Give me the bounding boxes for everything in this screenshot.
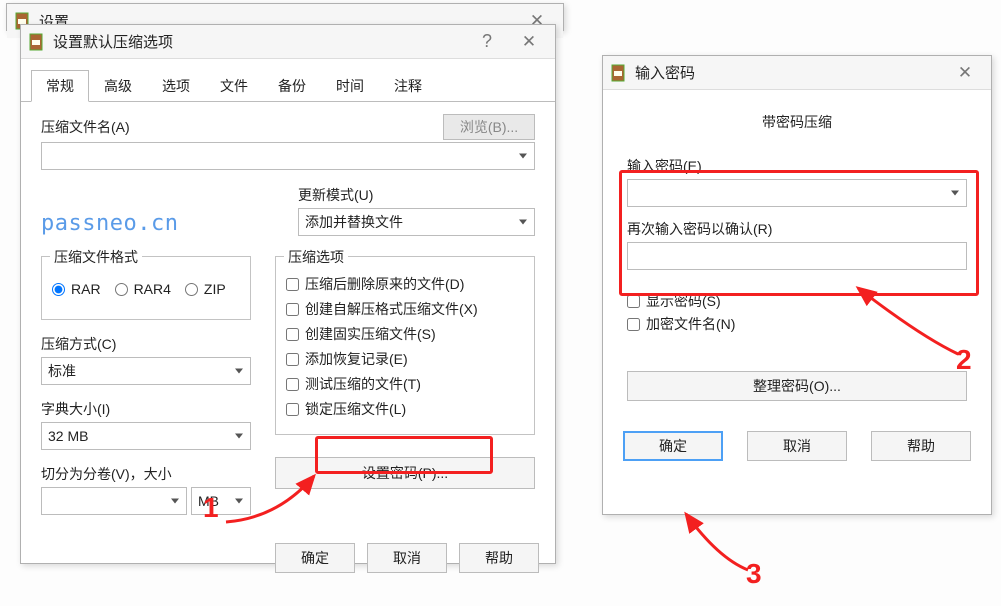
dict-combo[interactable]: 32 MB xyxy=(41,422,251,450)
split-unit-combo[interactable]: MB xyxy=(191,487,251,515)
close-icon-2[interactable]: ✕ xyxy=(947,62,983,84)
show-password-check[interactable]: 显示密码(S) xyxy=(627,291,967,311)
options-group: 压缩选项 压缩后删除原来的文件(D) 创建自解压格式压缩文件(X) 创建固实压缩… xyxy=(275,256,535,435)
archive-name-input[interactable] xyxy=(41,142,535,170)
method-combo[interactable]: 标准 xyxy=(41,357,251,385)
opt-test[interactable]: 测试压缩的文件(T) xyxy=(286,374,524,394)
dialog-compress-defaults: 设置默认压缩选项 ? ✕ 常规 高级 选项 文件 备份 时间 注释 压缩文件名(… xyxy=(20,24,556,564)
cancel-button-1[interactable]: 取消 xyxy=(367,543,447,573)
dialog2-title: 输入密码 xyxy=(635,62,941,83)
tabs: 常规 高级 选项 文件 备份 时间 注释 xyxy=(21,59,555,102)
app-icon xyxy=(611,64,629,82)
dialog1-footer: 确定 取消 帮助 xyxy=(21,531,555,585)
close-icon[interactable]: ✕ xyxy=(511,31,547,53)
options-group-label: 压缩选项 xyxy=(284,247,348,267)
opt-delete-after[interactable]: 压缩后删除原来的文件(D) xyxy=(286,274,524,294)
reenter-pw-label: 再次输入密码以确认(R) xyxy=(627,219,967,239)
format-group: 压缩文件格式 RAR RAR4 ZIP xyxy=(41,256,251,320)
tab-comment[interactable]: 注释 xyxy=(379,70,437,102)
opt-lock[interactable]: 锁定压缩文件(L) xyxy=(286,399,524,419)
enter-pw-label: 输入密码(E) xyxy=(627,156,967,176)
dialog-enter-password: 输入密码 ✕ 带密码压缩 输入密码(E) 再次输入密码以确认(R) 显示密码(S… xyxy=(602,55,992,515)
watermark-text: passneo.cn xyxy=(41,211,178,236)
format-rar4[interactable]: RAR4 xyxy=(115,281,171,297)
tab-backup[interactable]: 备份 xyxy=(263,70,321,102)
split-label: 切分为分卷(V)，大小 xyxy=(41,464,251,484)
encrypt-names-check[interactable]: 加密文件名(N) xyxy=(627,314,967,334)
update-mode-combo[interactable]: 添加并替换文件 xyxy=(298,208,535,236)
update-mode-label: 更新模式(U) xyxy=(298,185,535,205)
format-rar[interactable]: RAR xyxy=(52,281,101,297)
enter-pw-input[interactable] xyxy=(627,179,967,207)
dialog2-subtitle: 带密码压缩 xyxy=(627,112,967,132)
help-button-1[interactable]: 帮助 xyxy=(459,543,539,573)
opt-solid[interactable]: 创建固实压缩文件(S) xyxy=(286,324,524,344)
set-password-button[interactable]: 设置密码(P)... xyxy=(275,457,535,489)
opt-sfx[interactable]: 创建自解压格式压缩文件(X) xyxy=(286,299,524,319)
password-area: 输入密码(E) 再次输入密码以确认(R) xyxy=(627,156,967,270)
dict-label: 字典大小(I) xyxy=(41,399,251,419)
help-button-2[interactable]: 帮助 xyxy=(871,431,971,461)
app-icon xyxy=(29,33,47,51)
ok-button-2[interactable]: 确定 xyxy=(623,431,723,461)
tab-options[interactable]: 选项 xyxy=(147,70,205,102)
ok-button-1[interactable]: 确定 xyxy=(275,543,355,573)
organize-passwords-button[interactable]: 整理密码(O)... xyxy=(627,371,967,401)
help-icon[interactable]: ? xyxy=(469,31,505,53)
cancel-button-2[interactable]: 取消 xyxy=(747,431,847,461)
archive-name-label: 压缩文件名(A) xyxy=(41,117,437,137)
split-value-combo[interactable] xyxy=(41,487,187,515)
annotation-num-3: 3 xyxy=(746,558,762,590)
tab-advanced[interactable]: 高级 xyxy=(89,70,147,102)
tab-time[interactable]: 时间 xyxy=(321,70,379,102)
reenter-pw-input[interactable] xyxy=(627,242,967,270)
format-zip[interactable]: ZIP xyxy=(185,281,226,297)
format-group-label: 压缩文件格式 xyxy=(50,247,142,267)
opt-recovery[interactable]: 添加恢复记录(E) xyxy=(286,349,524,369)
tab-general[interactable]: 常规 xyxy=(31,70,89,102)
method-label: 压缩方式(C) xyxy=(41,334,251,354)
browse-button[interactable]: 浏览(B)... xyxy=(443,114,535,140)
dialog1-title: 设置默认压缩选项 xyxy=(53,31,463,52)
annotation-arrow-3 xyxy=(678,508,768,578)
tab-files[interactable]: 文件 xyxy=(205,70,263,102)
